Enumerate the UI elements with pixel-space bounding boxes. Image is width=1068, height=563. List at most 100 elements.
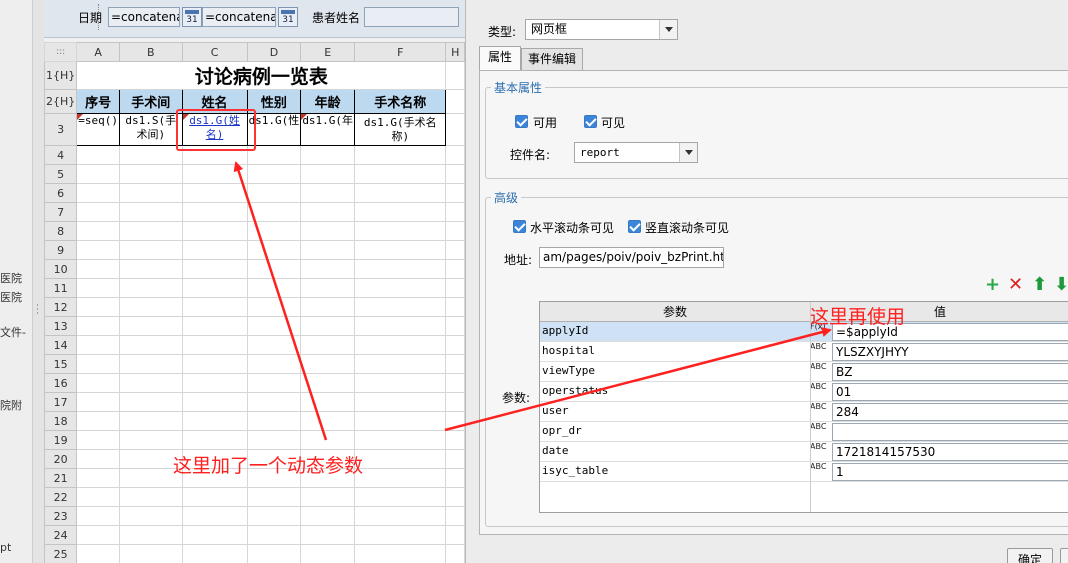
grid-cell[interactable] — [76, 544, 121, 563]
grid-cell[interactable] — [445, 392, 465, 412]
vscroll-checkbox[interactable] — [628, 220, 641, 233]
grid-cell[interactable] — [445, 221, 465, 241]
cancel-button[interactable] — [1060, 548, 1068, 563]
grid-cell[interactable] — [119, 259, 183, 279]
grid-cell[interactable] — [300, 354, 356, 374]
grid-cell[interactable] — [246, 373, 302, 393]
param-row[interactable]: hospital ABC YLSZXYJHYY — [540, 342, 1068, 362]
grid-cell[interactable] — [445, 430, 465, 450]
grid-cell[interactable] — [76, 316, 121, 336]
grid-cell[interactable] — [354, 259, 447, 279]
chevron-down-icon[interactable] — [659, 20, 677, 39]
grid-cell[interactable] — [76, 278, 121, 298]
grid-cell[interactable] — [300, 373, 356, 393]
grid-cell[interactable] — [445, 164, 465, 184]
grid-cell[interactable] — [119, 487, 183, 507]
grid-cell[interactable] — [445, 468, 465, 488]
row-header[interactable]: 1{H} — [44, 61, 78, 90]
grid-cell[interactable] — [119, 525, 183, 545]
grid-cell[interactable] — [354, 487, 447, 507]
grid-cell[interactable] — [300, 392, 356, 412]
header-cell[interactable]: 年龄 — [300, 89, 356, 114]
grid-cell[interactable] — [181, 240, 248, 260]
calendar-icon[interactable]: 31 — [182, 7, 202, 27]
grid-cell[interactable] — [445, 259, 465, 279]
enabled-checkbox[interactable] — [515, 115, 528, 128]
column-header[interactable]: C — [181, 42, 248, 62]
grid-cell[interactable] — [300, 240, 356, 260]
row-header[interactable]: 5 — [44, 164, 78, 184]
grid-cell[interactable] — [246, 278, 302, 298]
row-header[interactable]: 13 — [44, 316, 78, 336]
report-title-cell[interactable]: 讨论病例一览表 — [76, 61, 447, 90]
grid-cell[interactable] — [119, 316, 183, 336]
row-header[interactable]: 15 — [44, 354, 78, 374]
move-up-icon[interactable]: ⬆ — [1032, 276, 1047, 294]
grid-cell[interactable] — [300, 164, 356, 184]
row-header[interactable]: 9 — [44, 240, 78, 260]
grid-cell[interactable] — [181, 164, 248, 184]
grid-cell[interactable] — [445, 89, 465, 114]
text-type-icon[interactable]: ABC — [810, 443, 832, 461]
text-type-icon[interactable]: ABC — [810, 403, 832, 421]
chevron-down-icon[interactable] — [679, 143, 697, 162]
row-header[interactable]: 22 — [44, 487, 78, 507]
grid-cell[interactable] — [181, 202, 248, 222]
grid-cell[interactable] — [246, 430, 302, 450]
grid-cell[interactable] — [76, 411, 121, 431]
grid-cell[interactable] — [300, 259, 356, 279]
grid-cell[interactable] — [354, 316, 447, 336]
grid-cell[interactable] — [300, 544, 356, 563]
text-type-icon[interactable]: ABC — [810, 363, 832, 381]
param-row[interactable]: applyId F(x) =$applyId — [540, 322, 1068, 342]
grid-cell[interactable] — [445, 506, 465, 526]
grid-cell[interactable] — [445, 449, 465, 469]
date-start-field[interactable]: =concatena — [108, 7, 180, 27]
grid-cell[interactable] — [76, 506, 121, 526]
row-header[interactable]: 6 — [44, 183, 78, 203]
grid-cell[interactable] — [119, 221, 183, 241]
grid-cell[interactable] — [246, 544, 302, 563]
grid-cell[interactable] — [181, 525, 248, 545]
grid-cell[interactable] — [445, 61, 465, 90]
hscroll-checkbox[interactable] — [513, 220, 526, 233]
grid-cell[interactable] — [300, 430, 356, 450]
grid-cell[interactable] — [119, 164, 183, 184]
grid-cell[interactable] — [119, 354, 183, 374]
grid-cell[interactable] — [119, 544, 183, 563]
grid-cell[interactable] — [181, 183, 248, 203]
splitter-handle[interactable]: · · · — [32, 0, 44, 563]
grid-cell[interactable] — [76, 221, 121, 241]
param-column-header[interactable]: 参数 — [540, 302, 810, 322]
grid-cell[interactable] — [300, 183, 356, 203]
grid-cell[interactable] — [354, 221, 447, 241]
grid-cell[interactable] — [76, 297, 121, 317]
grid-cell[interactable] — [76, 354, 121, 374]
grid-cell[interactable] — [181, 297, 248, 317]
grid-cell[interactable] — [354, 468, 447, 488]
grid-cell[interactable] — [300, 335, 356, 355]
param-row[interactable]: date ABC 1721814157530 — [540, 442, 1068, 462]
grid-cell[interactable] — [246, 297, 302, 317]
grid-cell[interactable] — [76, 487, 121, 507]
grid-cell[interactable] — [354, 297, 447, 317]
param-row[interactable]: opr_dr ABC — [540, 422, 1068, 442]
grid-cell[interactable] — [445, 335, 465, 355]
row-header[interactable]: 17 — [44, 392, 78, 412]
column-header[interactable]: B — [119, 42, 183, 62]
row-header[interactable]: 2{H} — [44, 89, 78, 114]
visible-checkbox[interactable] — [584, 115, 597, 128]
param-value-input[interactable]: 1 — [832, 463, 1068, 481]
grid-cell[interactable] — [76, 392, 121, 412]
header-cell[interactable]: 序号 — [76, 89, 121, 114]
grid-cell[interactable] — [181, 354, 248, 374]
row-header[interactable]: 10 — [44, 259, 78, 279]
delete-icon[interactable]: ✕ — [1008, 276, 1023, 294]
grid-cell[interactable] — [246, 392, 302, 412]
grid-cell[interactable] — [76, 449, 121, 469]
row-header[interactable]: 8 — [44, 221, 78, 241]
grid-cell[interactable] — [76, 373, 121, 393]
row-header[interactable]: 21 — [44, 468, 78, 488]
param-value-input[interactable]: 01 — [832, 383, 1068, 401]
grid-cell[interactable] — [246, 259, 302, 279]
